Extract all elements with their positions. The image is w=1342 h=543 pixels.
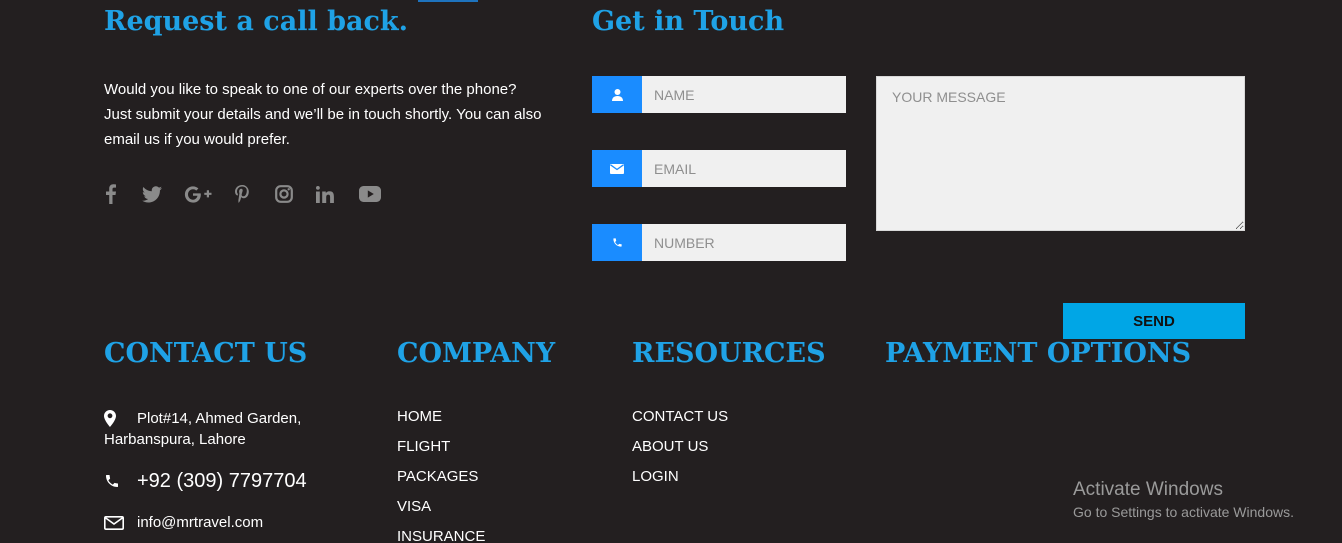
user-icon: [592, 76, 642, 113]
callback-title: Request a call back.: [104, 6, 409, 37]
phone-number[interactable]: +92 (309) 7797704: [137, 470, 307, 493]
visa-link[interactable]: VISA: [397, 498, 431, 515]
contact-us-title: CONTACT US: [104, 338, 308, 369]
email-address[interactable]: info@mrtravel.com: [137, 514, 263, 531]
resources-title: RESOURCES: [632, 338, 826, 369]
number-input[interactable]: [642, 224, 846, 261]
list-item: VISA: [397, 492, 485, 522]
twitter-icon[interactable]: [142, 181, 162, 207]
get-in-touch-title: Get in Touch: [592, 6, 785, 37]
phone-icon: [592, 224, 642, 261]
resources-links: CONTACT US ABOUT US LOGIN: [632, 402, 728, 492]
phone-icon: [104, 470, 137, 489]
contact-email: info@mrtravel.com: [104, 514, 263, 531]
envelope-icon: [592, 150, 642, 187]
facebook-icon[interactable]: [104, 181, 118, 207]
top-accent-bar: [418, 0, 478, 2]
envelope-icon: [104, 514, 137, 530]
login-link[interactable]: LOGIN: [632, 468, 679, 485]
linkedin-icon[interactable]: [316, 181, 334, 207]
contact-us-link[interactable]: CONTACT US: [632, 408, 728, 425]
callback-intro-text: Would you like to speak to one of our ex…: [104, 81, 542, 148]
activate-windows-title: Activate Windows: [1073, 479, 1223, 500]
name-input[interactable]: [642, 76, 846, 113]
flight-link[interactable]: FLIGHT: [397, 438, 450, 455]
activate-windows-watermark: Activate Windows Go to Settings to activ…: [1073, 479, 1294, 520]
message-textarea[interactable]: [876, 76, 1245, 231]
list-item: HOME: [397, 402, 485, 432]
list-item: PACKAGES: [397, 462, 485, 492]
social-links: [104, 181, 381, 207]
contact-phone: +92 (309) 7797704: [104, 470, 307, 493]
list-item: CONTACT US: [632, 402, 728, 432]
email-field: [592, 150, 846, 187]
contact-address: Plot#14, Ahmed Garden, Harbanspura, Laho…: [104, 408, 301, 450]
list-item: FLIGHT: [397, 432, 485, 462]
send-button[interactable]: SEND: [1063, 303, 1245, 339]
email-input[interactable]: [642, 150, 846, 187]
list-item: LOGIN: [632, 462, 728, 492]
youtube-icon[interactable]: [359, 181, 381, 207]
payment-options-title: PAYMENT OPTIONS: [885, 338, 1192, 369]
insurance-link[interactable]: INSURANCE: [397, 528, 485, 543]
list-item: INSURANCE: [397, 522, 485, 543]
company-links: HOME FLIGHT PACKAGES VISA INSURANCE: [397, 402, 485, 543]
name-field: [592, 76, 846, 113]
about-us-link[interactable]: ABOUT US: [632, 438, 708, 455]
number-field: [592, 224, 846, 261]
instagram-icon[interactable]: [275, 181, 293, 207]
company-title: COMPANY: [397, 338, 556, 369]
packages-link[interactable]: PACKAGES: [397, 468, 478, 485]
list-item: ABOUT US: [632, 432, 728, 462]
pinterest-icon[interactable]: [234, 181, 250, 207]
address-line-2: Harbanspura, Lahore: [104, 431, 246, 448]
activate-windows-subtitle: Go to Settings to activate Windows.: [1073, 504, 1294, 520]
home-link[interactable]: HOME: [397, 408, 442, 425]
google-plus-icon[interactable]: [184, 181, 212, 207]
map-marker-icon: [104, 408, 137, 427]
